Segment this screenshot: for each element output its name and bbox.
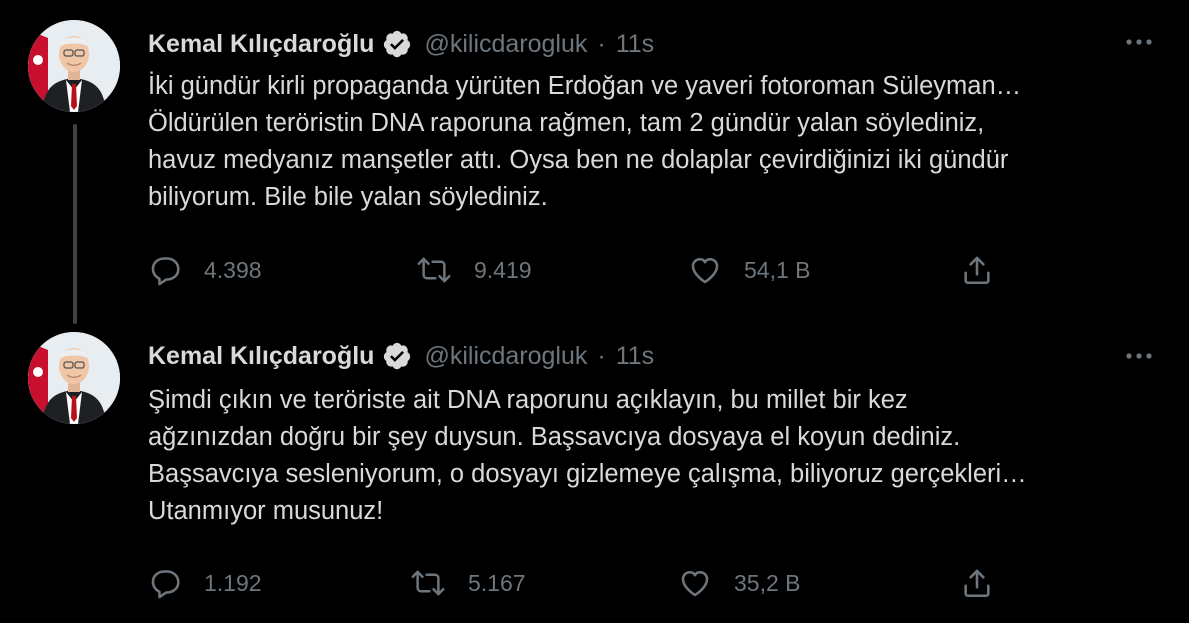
author-handle[interactable]: @kilicdarogluk <box>424 30 587 59</box>
tweet-timestamp[interactable]: 11s <box>616 342 654 371</box>
reply-button[interactable]: 1.192 <box>148 563 262 603</box>
heart-icon <box>688 253 722 287</box>
author-name[interactable]: Kemal Kılıçdaroğlu <box>148 342 374 371</box>
tweet[interactable]: Kemal Kılıçdaroğlu @kilicdarogluk · 11s … <box>0 328 1189 623</box>
like-button[interactable]: 54,1 B <box>688 250 811 290</box>
author-handle[interactable]: @kilicdarogluk <box>424 342 587 371</box>
retweet-count: 9.419 <box>474 256 532 283</box>
tweet-text-line: İki gündür kirli propaganda yürüten Erdo… <box>148 72 1022 100</box>
avatar[interactable] <box>28 332 120 424</box>
retweet-icon <box>416 253 452 287</box>
like-button[interactable]: 35,2 B <box>678 563 801 603</box>
tweet-header: Kemal Kılıçdaroğlu @kilicdarogluk · 11s <box>148 26 654 62</box>
reply-icon <box>148 566 182 600</box>
like-count: 35,2 B <box>734 569 801 596</box>
reply-count: 4.398 <box>204 256 262 283</box>
author-name[interactable]: Kemal Kılıçdaroğlu <box>148 30 374 59</box>
tweet-timestamp[interactable]: 11s <box>616 30 654 59</box>
tweet-text: İki gündür kirli propaganda yürüten Erdo… <box>148 68 1158 216</box>
tweet-text-line: Öldürülen teröristin DNA raporuna rağmen… <box>148 109 985 137</box>
more-options-icon[interactable] <box>1123 30 1155 54</box>
tweet-text: Şimdi çıkın ve teröriste ait DNA raporun… <box>148 382 1158 530</box>
tweet[interactable]: Kemal Kılıçdaroğlu @kilicdarogluk · 11s … <box>0 0 1189 320</box>
share-button[interactable] <box>960 250 994 290</box>
share-button[interactable] <box>960 563 994 603</box>
like-count: 54,1 B <box>744 256 811 283</box>
reply-button[interactable]: 4.398 <box>148 250 262 290</box>
tweet-text-line: Başsavcıya sesleniyorum, o dosyayı gizle… <box>148 460 1027 488</box>
tweet-header: Kemal Kılıçdaroğlu @kilicdarogluk · 11s <box>148 338 654 374</box>
retweet-button[interactable]: 9.419 <box>416 250 532 290</box>
share-icon <box>960 253 994 287</box>
retweet-count: 5.167 <box>468 569 526 596</box>
heart-icon <box>678 566 712 600</box>
verified-badge-icon <box>382 341 412 371</box>
verified-badge-icon <box>382 29 412 59</box>
avatar-portrait-image <box>28 332 120 424</box>
retweet-button[interactable]: 5.167 <box>410 563 526 603</box>
more-options-icon[interactable] <box>1123 344 1155 368</box>
tweet-text-line: Şimdi çıkın ve teröriste ait DNA raporun… <box>148 386 908 414</box>
separator-dot: · <box>597 29 606 58</box>
separator-dot: · <box>597 341 606 370</box>
avatar[interactable] <box>28 20 120 112</box>
reply-count: 1.192 <box>204 569 262 596</box>
tweet-text-line: Utanmıyor musunuz! <box>148 497 384 525</box>
tweet-text-line: biliyorum. Bile bile yalan söylediniz. <box>148 183 548 211</box>
tweet-text-line: havuz medyanız manşetler attı. Oysa ben … <box>148 146 1009 174</box>
share-icon <box>960 566 994 600</box>
tweet-actions: 4.398 9.419 54,1 B <box>148 250 1008 290</box>
reply-icon <box>148 253 182 287</box>
avatar-portrait-image <box>28 20 120 112</box>
tweet-actions: 1.192 5.167 35,2 B <box>148 563 1008 603</box>
retweet-icon <box>410 566 446 600</box>
tweet-text-line: ağzınızdan doğru bir şey duysun. Başsavc… <box>148 423 961 451</box>
